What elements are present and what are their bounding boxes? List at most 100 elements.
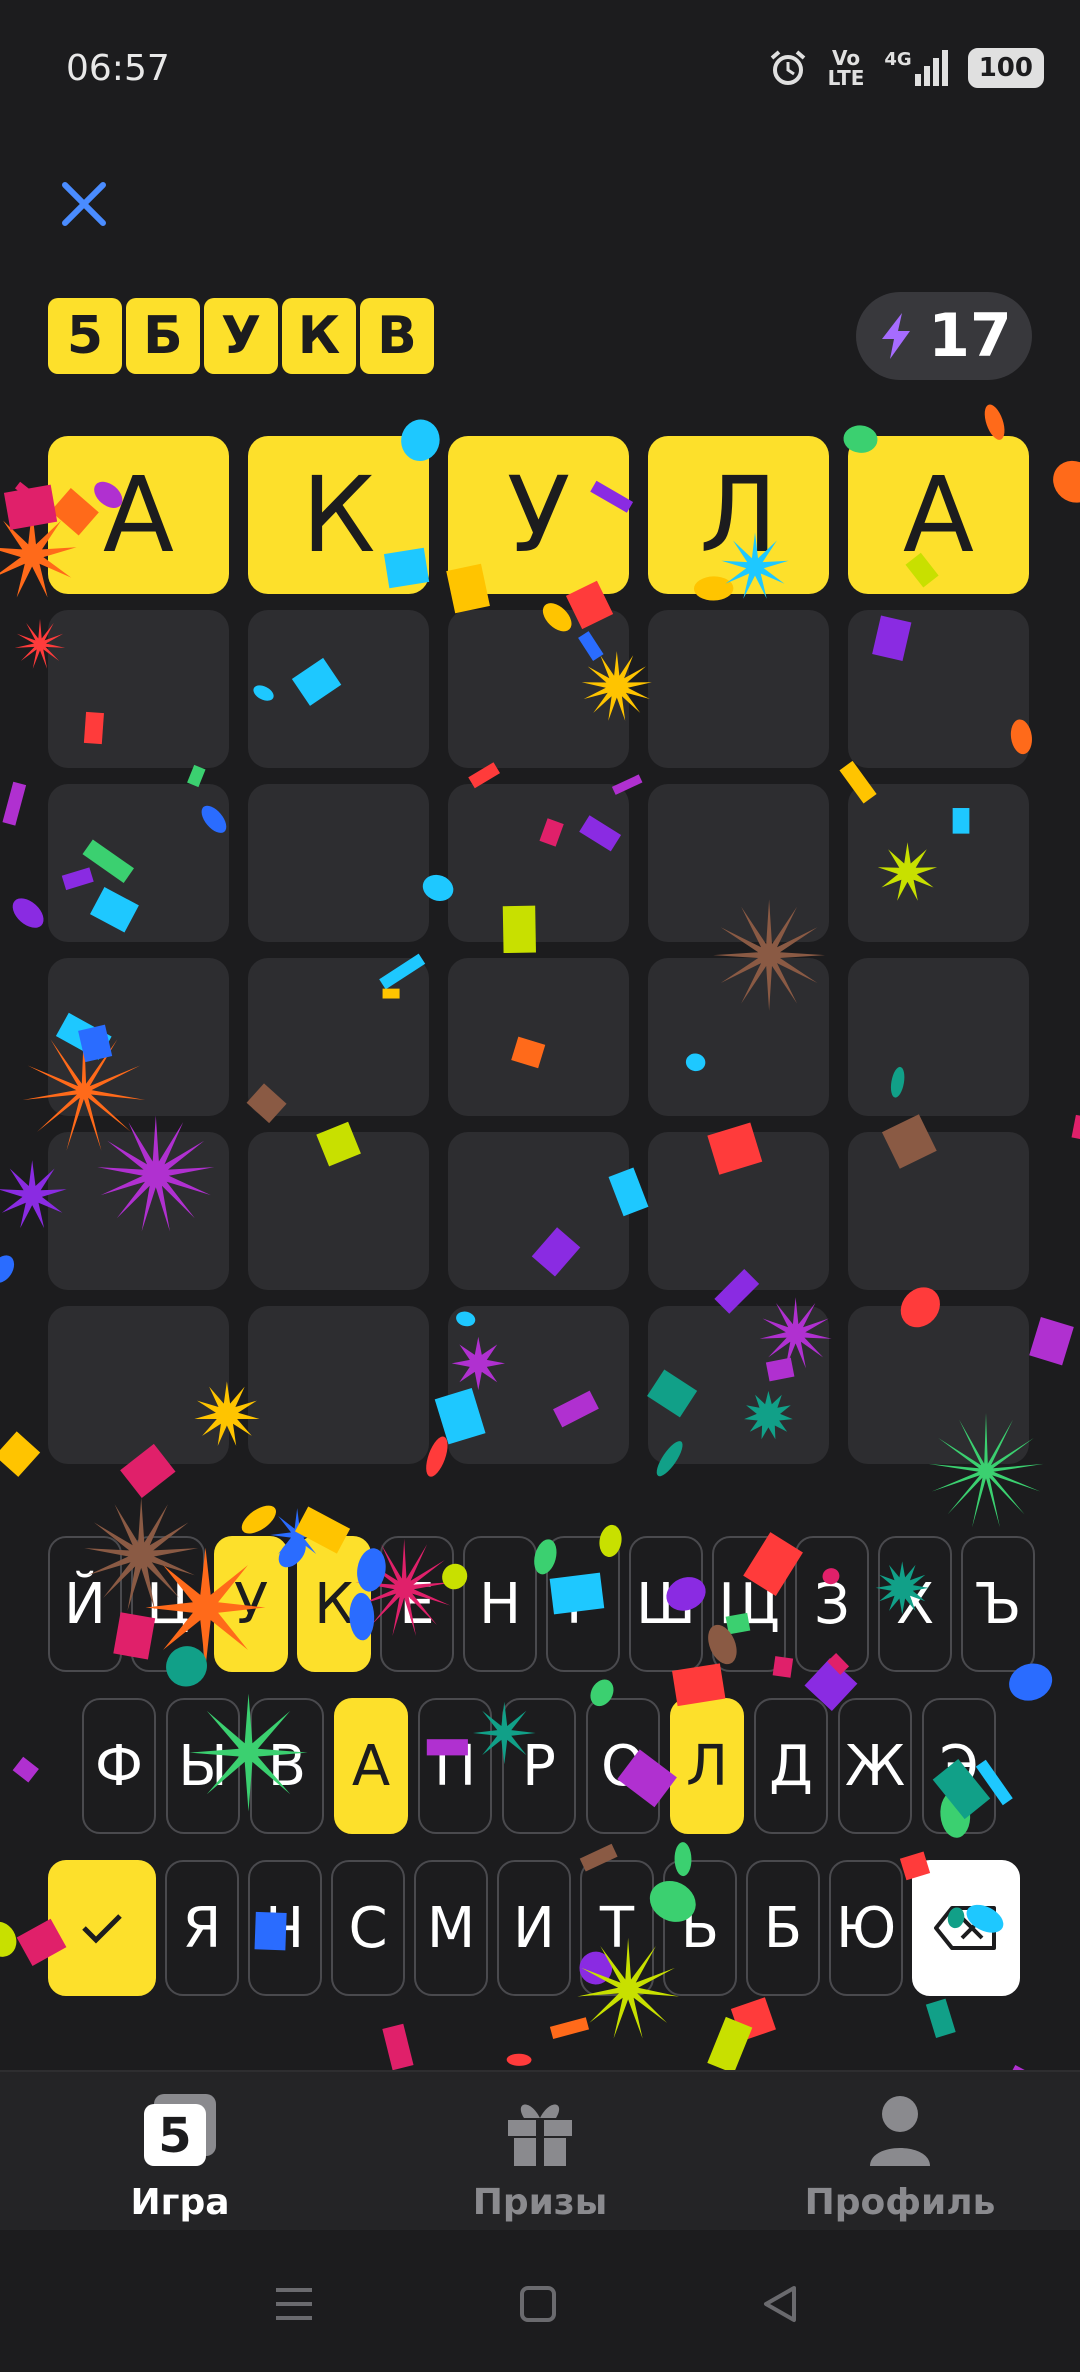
backspace-icon bbox=[934, 1906, 996, 1950]
confetti-piece bbox=[0, 1431, 41, 1477]
logo-letter: В bbox=[360, 298, 434, 374]
board-cell bbox=[248, 610, 429, 768]
confetti-piece bbox=[382, 2023, 414, 2071]
key[interactable]: Ъ bbox=[961, 1536, 1035, 1672]
key[interactable]: Ю bbox=[829, 1860, 903, 1996]
enter-key[interactable] bbox=[48, 1860, 156, 1996]
confetti-piece bbox=[14, 481, 36, 501]
confetti-piece bbox=[506, 2053, 532, 2066]
logo-letter: Б bbox=[126, 298, 200, 374]
confetti-piece bbox=[1071, 1114, 1080, 1143]
menu-icon[interactable] bbox=[272, 2284, 316, 2324]
nav-tab-game[interactable]: 5 Игра bbox=[50, 2092, 310, 2223]
lightning-icon bbox=[882, 313, 911, 359]
key[interactable]: Й bbox=[48, 1536, 122, 1672]
key[interactable]: Ч bbox=[248, 1860, 322, 1996]
app-logo: 5 Б У К В bbox=[48, 298, 434, 374]
confetti-piece bbox=[549, 2017, 590, 2039]
nav-tab-prizes[interactable]: Призы bbox=[410, 2092, 670, 2223]
nav-label: Призы bbox=[472, 2182, 608, 2223]
board-cell bbox=[448, 784, 629, 942]
confetti-piece bbox=[12, 1756, 39, 1783]
confetti-piece bbox=[0, 1255, 15, 1283]
board-cell bbox=[648, 610, 829, 768]
confetti-piece bbox=[12, 898, 44, 928]
key[interactable]: З bbox=[795, 1536, 869, 1672]
key[interactable]: Д bbox=[754, 1698, 828, 1834]
key[interactable]: Э bbox=[922, 1698, 996, 1834]
logo-letter: У bbox=[204, 298, 278, 374]
backspace-key[interactable] bbox=[912, 1860, 1020, 1996]
status-icons: Vo LTE 4G 100 bbox=[768, 48, 1044, 88]
key[interactable]: Р bbox=[502, 1698, 576, 1834]
key[interactable]: М bbox=[414, 1860, 488, 1996]
key[interactable]: Л bbox=[670, 1698, 744, 1834]
board-cell bbox=[648, 784, 829, 942]
key[interactable]: С bbox=[331, 1860, 405, 1996]
key[interactable]: И bbox=[497, 1860, 571, 1996]
board-cell bbox=[848, 610, 1029, 768]
back-icon[interactable] bbox=[760, 2284, 800, 2324]
key[interactable]: Щ bbox=[712, 1536, 786, 1672]
home-icon[interactable] bbox=[518, 2284, 558, 2324]
key[interactable]: Н bbox=[463, 1536, 537, 1672]
network-type: 4G bbox=[884, 49, 912, 70]
key[interactable]: Е bbox=[380, 1536, 454, 1672]
board-cell bbox=[848, 1132, 1029, 1290]
system-navigation bbox=[0, 2230, 1080, 2372]
board-cell bbox=[248, 784, 429, 942]
energy-value: 17 bbox=[928, 301, 1012, 371]
app-screen: 06:57 Vo LTE 4G 100 5 Б У К В 17 А К У Л… bbox=[0, 0, 1080, 2372]
nav-label: Профиль bbox=[804, 2182, 996, 2223]
board-cell bbox=[448, 958, 629, 1116]
svg-text:5: 5 bbox=[158, 2108, 191, 2164]
confetti-piece bbox=[1029, 1316, 1074, 1366]
volte-indicator: Vo LTE bbox=[827, 46, 865, 90]
key[interactable]: А bbox=[334, 1698, 408, 1834]
key[interactable]: Х bbox=[878, 1536, 952, 1672]
key[interactable]: Ь bbox=[663, 1860, 737, 1996]
game-board: АКУЛА bbox=[48, 436, 1032, 1464]
key[interactable]: У bbox=[214, 1536, 288, 1672]
logo-letter: 5 bbox=[48, 298, 122, 374]
board-cell bbox=[448, 1132, 629, 1290]
key[interactable]: В bbox=[250, 1698, 324, 1834]
key[interactable]: О bbox=[586, 1698, 660, 1834]
board-cell: К bbox=[248, 436, 429, 594]
board-cell bbox=[448, 1306, 629, 1464]
board-cell: Л bbox=[648, 436, 829, 594]
nav-tab-profile[interactable]: Профиль bbox=[770, 2092, 1030, 2223]
nav-label: Игра bbox=[130, 2182, 230, 2223]
board-cell bbox=[48, 1306, 229, 1464]
game-5-icon: 5 bbox=[144, 2094, 216, 2166]
keyboard-row: ЙЦУКЕНГШЩЗХЪ bbox=[48, 1536, 1035, 1672]
key[interactable]: Ц bbox=[131, 1536, 205, 1672]
key[interactable]: Б bbox=[746, 1860, 820, 1996]
key[interactable]: Г bbox=[546, 1536, 620, 1672]
key[interactable]: Т bbox=[580, 1860, 654, 1996]
key[interactable]: Я bbox=[165, 1860, 239, 1996]
close-button[interactable] bbox=[52, 172, 116, 236]
status-time: 06:57 bbox=[66, 48, 170, 89]
confetti-piece bbox=[2, 781, 27, 826]
board-cell bbox=[248, 958, 429, 1116]
keyboard-row: ЯЧСМИТЬБЮ bbox=[48, 1860, 1020, 1996]
key[interactable]: Ы bbox=[166, 1698, 240, 1834]
gift-icon bbox=[508, 2104, 572, 2166]
key[interactable]: К bbox=[297, 1536, 371, 1672]
energy-counter[interactable]: 17 bbox=[856, 292, 1032, 380]
confetti-piece bbox=[1053, 460, 1080, 503]
key[interactable]: П bbox=[418, 1698, 492, 1834]
board-cell bbox=[248, 1132, 429, 1290]
key[interactable]: Ф bbox=[82, 1698, 156, 1834]
bottom-navigation: 5 Игра Призы Профиль bbox=[0, 2070, 1080, 2232]
profile-icon bbox=[870, 2096, 930, 2166]
board-cell bbox=[448, 610, 629, 768]
board-cell bbox=[848, 958, 1029, 1116]
key[interactable]: Ж bbox=[838, 1698, 912, 1834]
board-cell bbox=[648, 1132, 829, 1290]
board-cell bbox=[648, 958, 829, 1116]
board-cell: А bbox=[848, 436, 1029, 594]
board-cell bbox=[248, 1306, 429, 1464]
key[interactable]: Ш bbox=[629, 1536, 703, 1672]
